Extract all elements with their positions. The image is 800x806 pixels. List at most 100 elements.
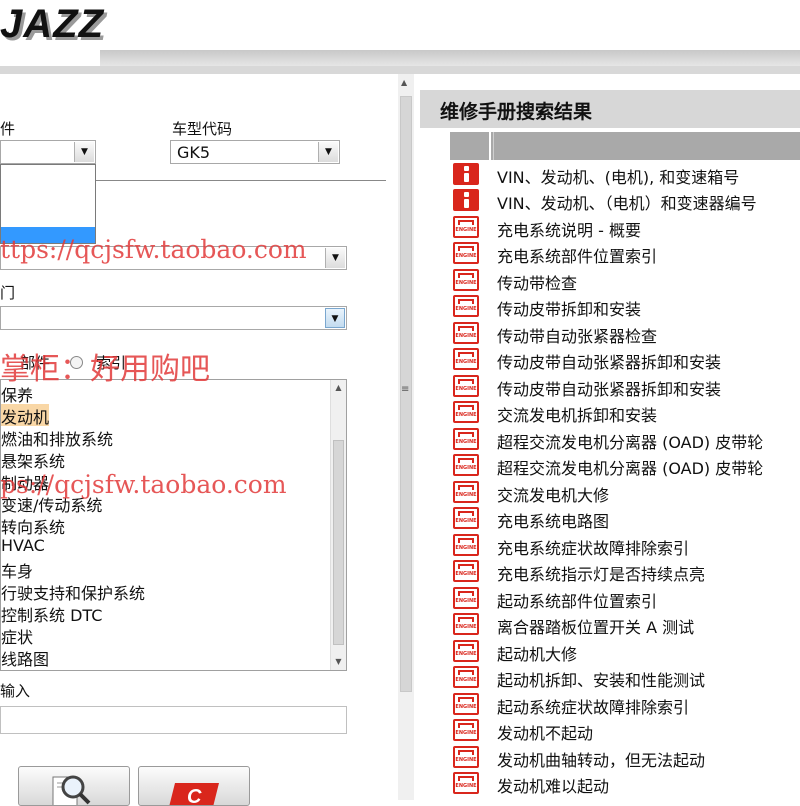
- clear-c-icon: C: [169, 783, 219, 806]
- model-year-select[interactable]: ▼: [0, 140, 96, 164]
- result-row[interactable]: 交流发电机拆卸和安装: [450, 400, 800, 426]
- result-row[interactable]: 充电系统症状故障排除索引: [450, 533, 800, 559]
- search-button[interactable]: [18, 766, 130, 806]
- svg-text:C: C: [187, 786, 202, 806]
- engine-icon: [453, 719, 479, 741]
- result-row[interactable]: 交流发电机大修: [450, 480, 800, 506]
- result-row[interactable]: 发动机曲轴转动，但无法起动: [450, 745, 800, 771]
- keyword-input[interactable]: [0, 706, 347, 734]
- result-row[interactable]: 发动机不起动: [450, 718, 800, 744]
- model-year-dropdown-list[interactable]: [0, 164, 96, 244]
- engine-icon: [453, 454, 479, 476]
- column-header-icon[interactable]: [450, 132, 491, 160]
- system-tree-list: 保养 发动机 燃油和排放系统 悬架系统 制动器 变速/传动系统 转向系统 HVA…: [0, 379, 347, 671]
- result-row[interactable]: 起动机大修: [450, 639, 800, 665]
- list-item[interactable]: 线路图: [1, 646, 49, 669]
- field-label-partial-2: 门: [0, 284, 16, 302]
- engine-icon: [453, 746, 479, 768]
- result-row[interactable]: 充电系统说明 - 概要: [450, 215, 800, 241]
- scroll-up-icon[interactable]: ▲: [401, 78, 407, 87]
- engine-icon: [453, 481, 479, 503]
- field-label-partial: 件: [0, 120, 16, 138]
- magnifier-document-icon: [52, 775, 91, 805]
- result-row[interactable]: 传动皮带自动张紧器拆卸和安装: [450, 374, 800, 400]
- model-code-label: 车型代码: [172, 120, 233, 138]
- header-decor-bar: [100, 50, 800, 66]
- clear-button[interactable]: C: [138, 766, 250, 806]
- model-code-select[interactable]: GK5 ▼: [170, 140, 340, 164]
- result-row[interactable]: 充电系统部件位置索引: [450, 241, 800, 267]
- engine-icon: [453, 507, 479, 529]
- result-row[interactable]: 传动带自动张紧器检查: [450, 321, 800, 347]
- list-item[interactable]: HVAC: [1, 536, 45, 558]
- engine-icon: [453, 375, 479, 397]
- chevron-down-icon[interactable]: ▼: [325, 308, 345, 328]
- model-code-value: GK5: [177, 143, 211, 162]
- watermark-url: ttps://qcjsfw.taobao.com: [0, 235, 307, 264]
- engine-icon: [453, 295, 479, 317]
- list-item[interactable]: 转向系统: [1, 514, 65, 537]
- chevron-down-icon[interactable]: ▼: [318, 142, 338, 162]
- app-header: JAZZ: [0, 0, 800, 66]
- watermark-url: ps://qcjsfw.taobao.com: [0, 470, 287, 499]
- engine-icon: [453, 428, 479, 450]
- engine-icon: [453, 640, 479, 662]
- engine-icon: [453, 772, 479, 794]
- scroll-thumb[interactable]: [333, 440, 344, 645]
- result-row[interactable]: 起动机拆卸、安装和性能测试: [450, 665, 800, 691]
- panel-splitter[interactable]: ▲ ≡: [398, 74, 414, 800]
- chevron-down-icon[interactable]: ▼: [325, 248, 345, 268]
- result-row[interactable]: 起动系统症状故障排除索引: [450, 692, 800, 718]
- engine-icon: [453, 693, 479, 715]
- engine-icon: [453, 322, 479, 344]
- watermark-shop: 掌柜：好用购吧: [0, 352, 210, 387]
- list-item-selected[interactable]: 发动机: [1, 404, 50, 427]
- result-row[interactable]: 充电系统电路图: [450, 506, 800, 532]
- search-criteria-panel: 件 ▼ 车型代码 GK5 ▼ ▼ 门 ▼ 部件 索引 保养 发动机 燃油和排放系…: [0, 74, 398, 806]
- grip-icon[interactable]: ≡: [401, 384, 409, 395]
- list-item[interactable]: 燃油和排放系统: [1, 426, 113, 449]
- result-row[interactable]: VIN、发动机、(电机), 和变速箱号: [450, 162, 800, 188]
- list-item[interactable]: 车身: [1, 558, 33, 581]
- result-row[interactable]: 超程交流发电机分离器 (OAD) 皮带轮: [450, 453, 800, 479]
- engine-icon: [453, 216, 479, 238]
- chevron-down-icon[interactable]: ▼: [74, 142, 94, 162]
- header-divider: [0, 66, 800, 74]
- result-row[interactable]: 充电系统指示灯是否持续点亮: [450, 559, 800, 585]
- results-header: 维修手册搜索结果: [420, 90, 800, 128]
- list-item[interactable]: 控制系统 DTC: [1, 602, 102, 625]
- engine-icon: [453, 613, 479, 635]
- scroll-down-icon[interactable]: ▼: [331, 654, 346, 670]
- engine-icon: [453, 269, 479, 291]
- result-row[interactable]: 起动系统部件位置索引: [450, 586, 800, 612]
- results-panel: 维修手册搜索结果 VIN、发动机、(电机), 和变速箱号 VIN、发动机、（电机…: [414, 74, 800, 800]
- result-row[interactable]: 离合器踏板位置开关 A 测试: [450, 612, 800, 638]
- engine-icon: [453, 348, 479, 370]
- column-header-title[interactable]: [493, 132, 800, 160]
- category-select[interactable]: ▼: [0, 306, 347, 330]
- results-column-header: [450, 132, 800, 160]
- result-row[interactable]: 传动带检查: [450, 268, 800, 294]
- engine-icon: [453, 587, 479, 609]
- engine-icon: [453, 534, 479, 556]
- engine-icon: [453, 242, 479, 264]
- result-row[interactable]: VIN、发动机、（电机）和变速器编号: [450, 188, 800, 214]
- list-scrollbar[interactable]: ▲ ▼: [330, 380, 346, 670]
- keyword-label: 输入: [0, 682, 31, 700]
- result-row[interactable]: 传动皮带拆卸和安装: [450, 294, 800, 320]
- scroll-up-icon[interactable]: ▲: [331, 380, 346, 396]
- results-title: 维修手册搜索结果: [440, 101, 593, 123]
- engine-icon: [453, 401, 479, 423]
- list-item[interactable]: 悬架系统: [1, 448, 65, 471]
- result-row[interactable]: 发动机难以起动: [450, 771, 800, 797]
- result-row[interactable]: 超程交流发电机分离器 (OAD) 皮带轮: [450, 427, 800, 453]
- engine-icon: [453, 560, 479, 582]
- info-icon: [453, 163, 479, 185]
- info-icon: [453, 189, 479, 211]
- result-row[interactable]: 传动皮带自动张紧器拆卸和安装: [450, 347, 800, 373]
- list-item[interactable]: 行驶支持和保护系统: [1, 580, 145, 603]
- section-divider: [96, 180, 386, 181]
- engine-icon: [453, 666, 479, 688]
- list-item[interactable]: 症状: [1, 624, 33, 647]
- jazz-logo: JAZZ: [0, 2, 104, 46]
